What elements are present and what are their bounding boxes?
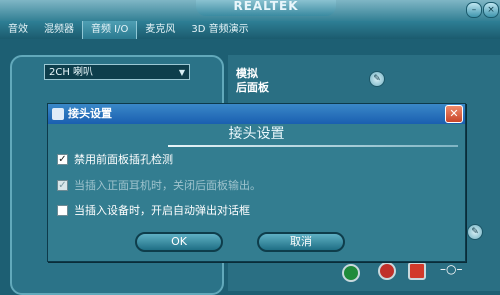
heading-divider	[168, 145, 458, 147]
digital-out-icon: –○–	[440, 262, 463, 276]
wrench-settings-icon[interactable]: ✎	[467, 224, 483, 240]
jack-green-icon[interactable]	[342, 264, 360, 282]
realtek-logo: REALTEK	[196, 0, 336, 16]
analog-label: 模拟 后面板	[236, 67, 269, 95]
analog-title: 模拟	[236, 67, 258, 80]
speaker-config-dropdown[interactable]: 2CH 喇叭 ▼	[44, 64, 190, 80]
jack-red-icon[interactable]	[378, 262, 396, 280]
minimize-icon[interactable]: –	[466, 2, 482, 18]
tab-sound-effects[interactable]: 音效	[0, 21, 36, 39]
chevron-down-icon: ▼	[178, 68, 185, 77]
dialog-heading: 接头设置	[228, 126, 285, 142]
option-label: 禁用前面板插孔检测	[74, 153, 173, 166]
mute-rear-output-option: ✓ 当插入正面耳机时，关闭后面板输出。	[57, 178, 261, 192]
dialog-title: 接头设置	[68, 107, 112, 120]
checkbox-unchecked[interactable]	[57, 204, 68, 216]
close-icon[interactable]: ✕	[445, 105, 463, 123]
wrench-icon[interactable]: ✎	[369, 71, 385, 87]
tab-3d-audio-demo[interactable]: 3D 音频演示	[183, 21, 256, 39]
speaker-config-value: 2CH 喇叭	[49, 67, 94, 78]
disable-front-jack-detection-option[interactable]: ✓ 禁用前面板插孔检测	[57, 152, 173, 166]
tab-bar: 音效 混频器 音频 I/O 麦克风 3D 音频演示	[0, 21, 500, 39]
option-label: 当插入正面耳机时，关闭后面板输出。	[74, 179, 261, 192]
tab-audio-io[interactable]: 音频 I/O	[82, 21, 138, 39]
checkbox-checked-disabled: ✓	[57, 179, 68, 191]
tab-mixer[interactable]: 混频器	[36, 21, 82, 39]
checkbox-checked[interactable]: ✓	[57, 153, 68, 165]
connector-settings-dialog: 接头设置 ✕ 接头设置 ✓ 禁用前面板插孔检测 ✓ 当插入正面耳机时，关闭后面板…	[47, 103, 466, 262]
option-label: 当插入设备时，开启自动弹出对话框	[74, 204, 250, 217]
cancel-button[interactable]: 取消	[257, 232, 345, 252]
rear-panel-label: 后面板	[236, 81, 269, 94]
auto-popup-dialog-option[interactable]: 当插入设备时，开启自动弹出对话框	[57, 203, 250, 217]
jack-red-square-icon[interactable]	[408, 262, 426, 280]
tab-microphone[interactable]: 麦克风	[137, 21, 183, 39]
dialog-titlebar: 接头设置 ✕	[48, 104, 465, 124]
app-icon	[52, 108, 64, 120]
ok-button[interactable]: OK	[135, 232, 223, 252]
close-app-icon[interactable]: ×	[483, 2, 499, 18]
